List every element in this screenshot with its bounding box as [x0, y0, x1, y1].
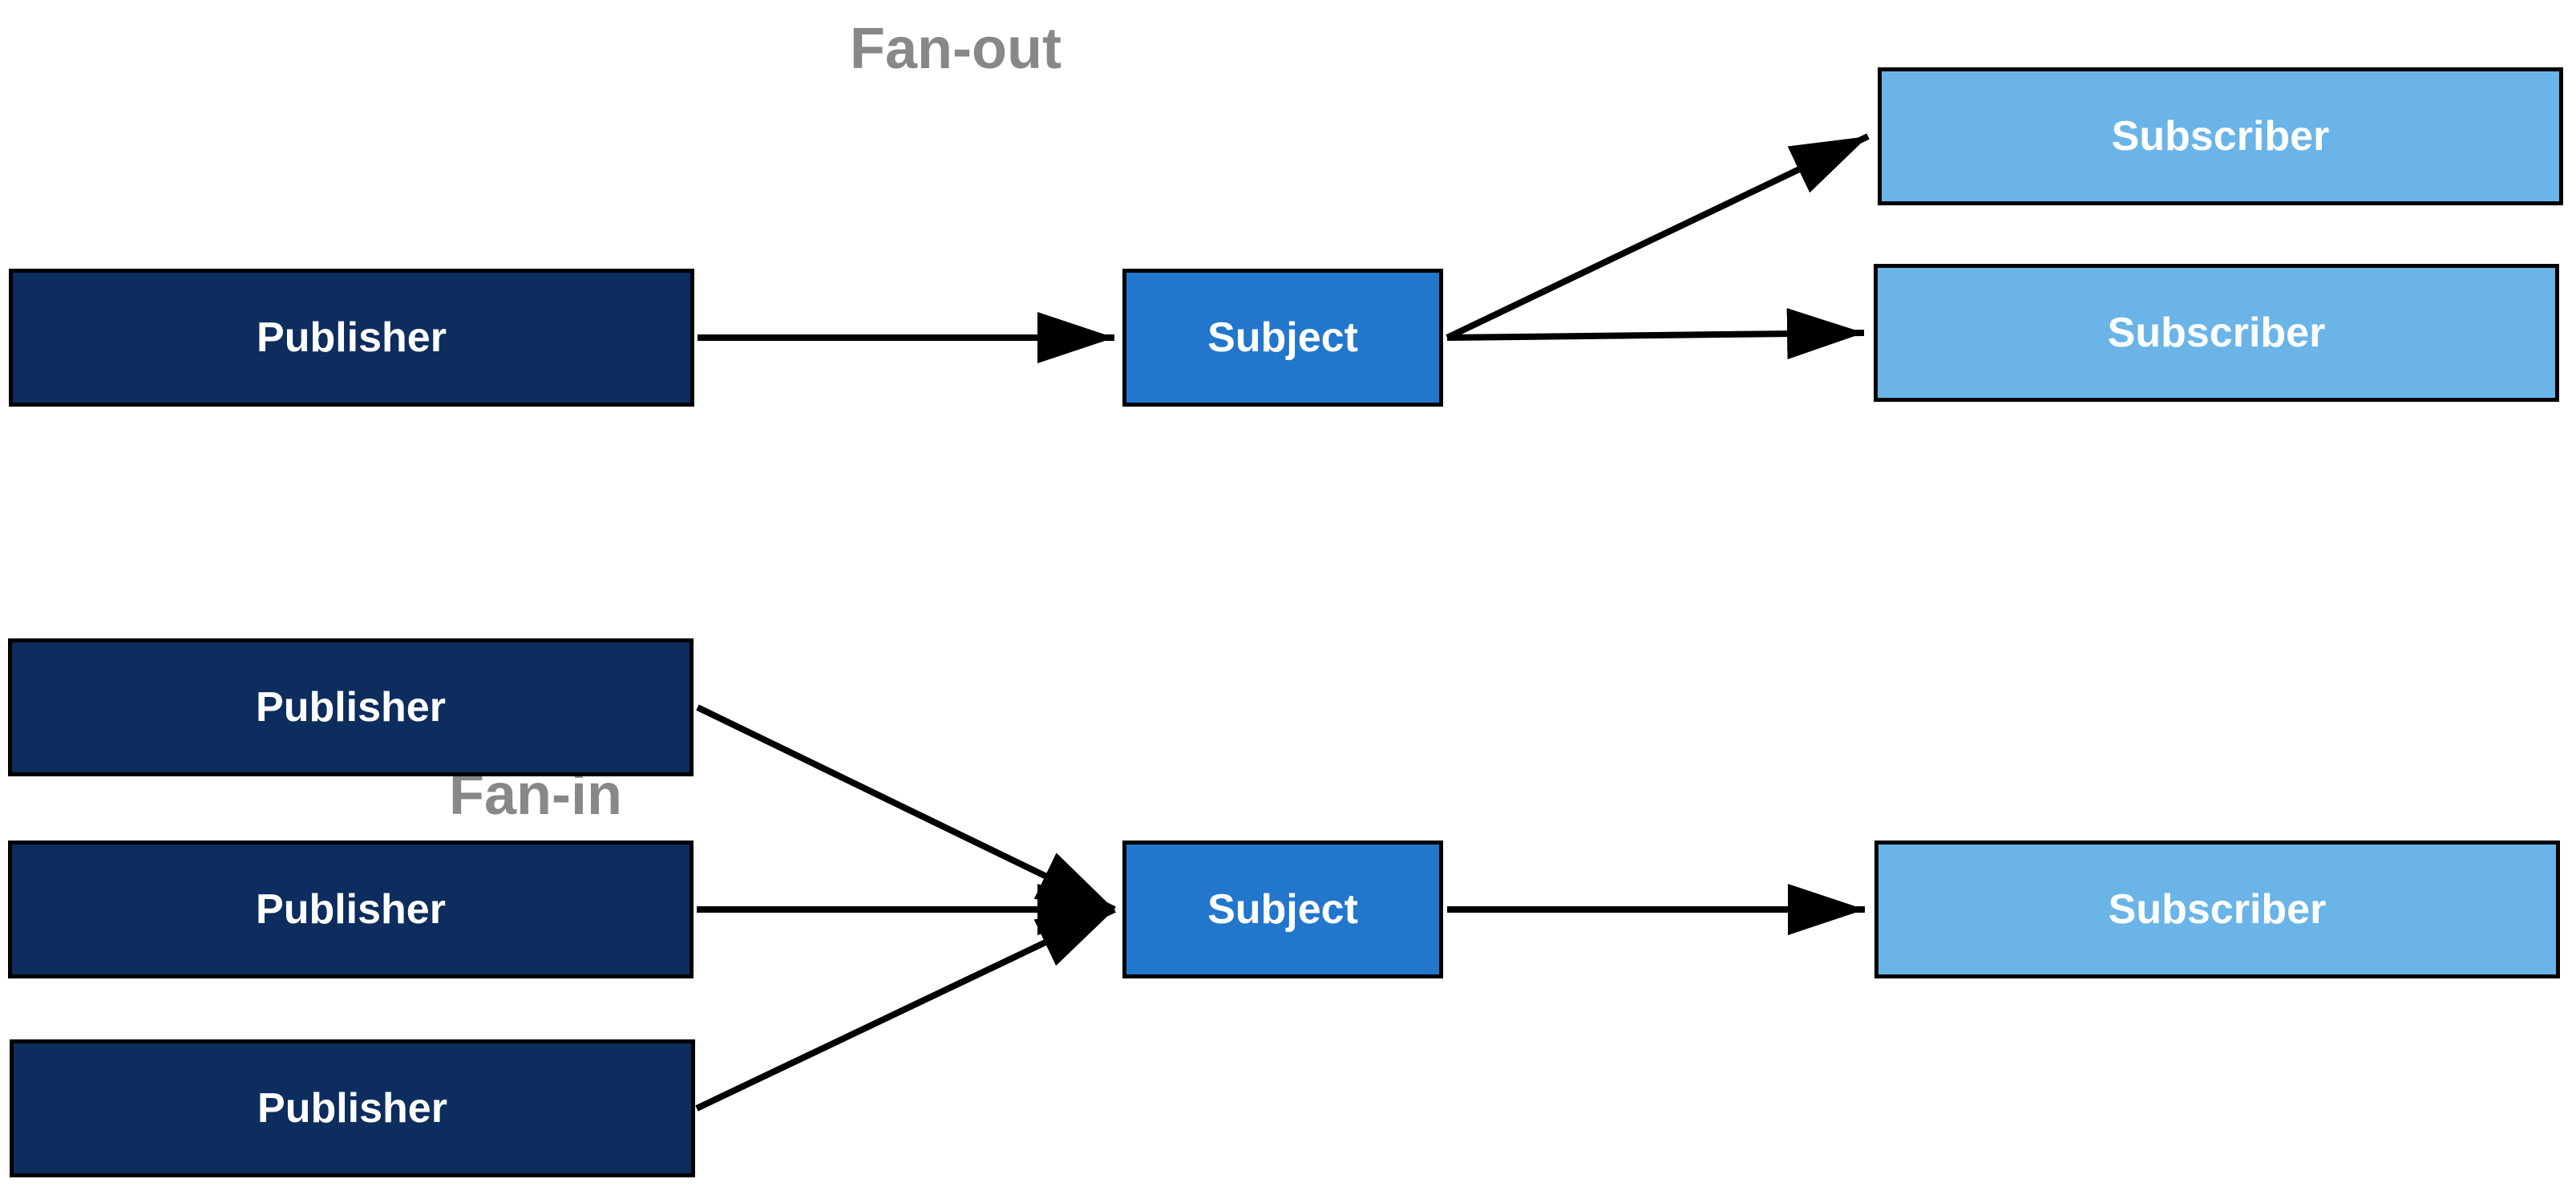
arrow-subject-to-sub1-fanout — [1447, 136, 1868, 338]
fanout-subject: Subject — [1122, 269, 1443, 407]
fanout-label: Fan-out — [850, 16, 1062, 82]
fanin-subject: Subject — [1122, 841, 1443, 978]
arrow-pub3-to-subject-fanin — [697, 909, 1114, 1108]
fanin-publisher-3-label: Publisher — [257, 1084, 447, 1132]
fanin-subscriber-label: Subscriber — [2109, 885, 2327, 934]
arrow-subject-to-sub2-fanout — [1447, 333, 1864, 338]
diagram-container: Fan-out Fan-in Publisher Subject Subscri… — [0, 0, 2576, 1195]
fanin-subject-label: Subject — [1207, 885, 1358, 934]
fanout-subject-label: Subject — [1207, 314, 1358, 362]
fanout-subscriber-1: Subscriber — [1878, 67, 2563, 205]
arrow-pub1-to-subject-fanin — [698, 707, 1114, 909]
fanout-subscriber-2-label: Subscriber — [2108, 309, 2326, 357]
fanout-subscriber-2: Subscriber — [1874, 264, 2559, 402]
fanin-publisher-3: Publisher — [10, 1039, 695, 1177]
fanin-publisher-1: Publisher — [8, 638, 694, 776]
fanin-publisher-2: Publisher — [8, 841, 694, 978]
fanout-subscriber-1-label: Subscriber — [2112, 112, 2330, 160]
fanin-publisher-2-label: Publisher — [256, 885, 446, 934]
fanin-subscriber: Subscriber — [1874, 841, 2560, 978]
fanout-publisher: Publisher — [9, 269, 694, 407]
fanin-publisher-1-label: Publisher — [256, 683, 446, 731]
fanout-publisher-label: Publisher — [257, 314, 447, 362]
